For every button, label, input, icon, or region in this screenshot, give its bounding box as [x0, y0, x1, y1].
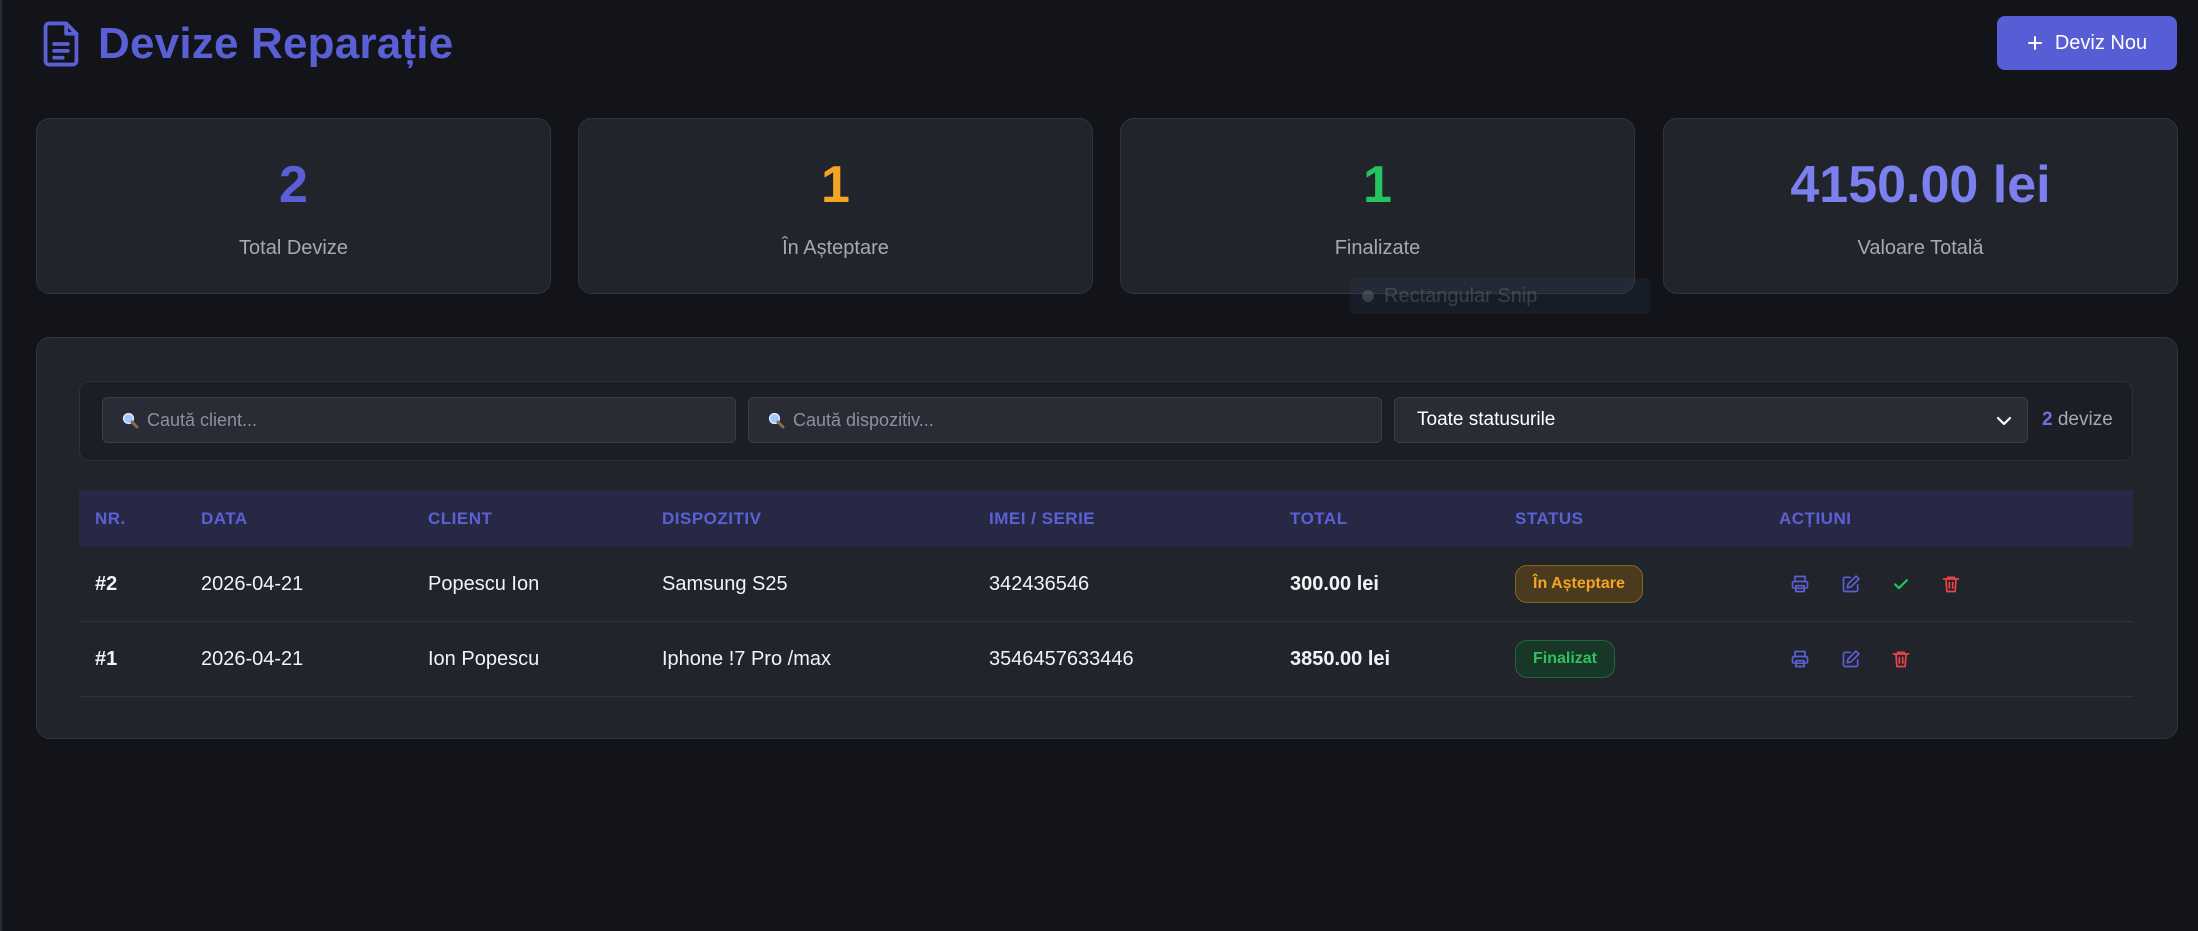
table-row: #2 2026-04-21 Popescu Ion Samsung S25 34… — [79, 547, 2133, 622]
search-icon — [768, 412, 785, 429]
printer-icon[interactable] — [1790, 574, 1810, 594]
column-header-client: CLIENT — [428, 509, 493, 528]
stat-card-total: 2 Total Devize — [36, 118, 551, 294]
stat-label: În Așteptare — [782, 237, 889, 259]
column-header-nr: NR. — [95, 509, 126, 528]
quotes-panel: Toate statusurile 2 devize NR. DATA CLIE… — [36, 337, 2178, 739]
snip-tooltip-overlay: Rectangular Snip — [1350, 278, 1650, 314]
trash-icon[interactable] — [1941, 574, 1961, 594]
cell-date: 2026-04-21 — [201, 573, 304, 595]
table-row: #1 2026-04-21 Ion Popescu Iphone !7 Pro … — [79, 622, 2133, 697]
stat-value: 2 — [279, 156, 308, 214]
page-header: Devize Reparație Deviz Nou — [2, 0, 2198, 90]
device-search-input[interactable] — [793, 398, 1381, 442]
app-page: Devize Reparație Deviz Nou 2 Total Deviz… — [0, 0, 2198, 931]
device-search-box — [748, 397, 1382, 443]
cell-nr: #1 — [95, 648, 118, 670]
page-title: Devize Reparație — [98, 19, 454, 68]
table-header: NR. DATA CLIENT DISPOZITIV IMEI / SERIE … — [79, 490, 2133, 547]
stat-value: 4150.00 lei — [1790, 156, 2051, 214]
stat-label: Total Devize — [239, 237, 348, 259]
cell-imei: 342436546 — [989, 573, 1090, 595]
status-badge: Finalizat — [1515, 640, 1616, 678]
column-header-status: STATUS — [1515, 509, 1584, 528]
column-header-actions: ACȚIUNI — [1779, 509, 1852, 528]
stat-card-pending: 1 În Așteptare — [578, 118, 1093, 294]
column-header-device: DISPOZITIV — [662, 509, 762, 528]
stats-row: 2 Total Devize 1 În Așteptare 1 Finaliza… — [36, 118, 2178, 294]
quotes-count-number: 2 — [2042, 409, 2053, 430]
check-icon[interactable] — [1891, 574, 1911, 594]
cell-total: 3850.00 lei — [1290, 648, 1391, 670]
status-badge: În Așteptare — [1515, 565, 1643, 603]
quotes-count: 2 devize — [2042, 409, 2113, 431]
column-header-data: DATA — [201, 509, 248, 528]
trash-icon[interactable] — [1891, 649, 1911, 669]
cell-date: 2026-04-21 — [201, 648, 304, 670]
filter-bar: Toate statusurile 2 devize — [79, 381, 2133, 461]
new-quote-button-label: Deviz Nou — [2054, 31, 2148, 54]
status-filter-select[interactable]: Toate statusurile — [1394, 397, 2028, 443]
cell-device: Samsung S25 — [662, 573, 788, 595]
column-header-total: TOTAL — [1290, 509, 1348, 528]
cell-client: Ion Popescu — [428, 648, 540, 670]
new-quote-button[interactable]: Deviz Nou — [1997, 16, 2177, 70]
stat-value: 1 — [1363, 156, 1392, 214]
snip-dot-icon — [1362, 290, 1374, 302]
document-icon — [43, 21, 79, 67]
client-search-box — [102, 397, 736, 443]
stat-value: 1 — [821, 156, 850, 214]
cell-nr: #2 — [95, 573, 118, 595]
cell-client: Popescu Ion — [428, 573, 540, 595]
edit-icon[interactable] — [1841, 649, 1861, 669]
snip-tooltip-label: Rectangular Snip — [1384, 284, 1538, 307]
stat-label: Valoare Totală — [1857, 237, 1984, 259]
edit-icon[interactable] — [1841, 574, 1861, 594]
search-icon — [122, 412, 139, 429]
stat-card-finished: 1 Finalizate — [1120, 118, 1635, 294]
chevron-down-icon — [1996, 416, 2012, 426]
stat-card-total-value: 4150.00 lei Valoare Totală — [1663, 118, 2178, 294]
plus-icon — [2027, 36, 2042, 50]
cell-total: 300.00 lei — [1290, 573, 1379, 595]
client-search-input[interactable] — [147, 398, 735, 442]
page-title-group: Devize Reparație — [40, 20, 453, 68]
printer-icon[interactable] — [1790, 649, 1810, 669]
cell-imei: 3546457633446 — [989, 648, 1134, 670]
column-header-imei: IMEI / SERIE — [989, 509, 1096, 528]
status-filter-value: Toate statusurile — [1417, 409, 1556, 430]
cell-device: Iphone !7 Pro /max — [662, 648, 831, 670]
quotes-count-label: devize — [2057, 409, 2113, 430]
stat-label: Finalizate — [1334, 237, 1421, 259]
